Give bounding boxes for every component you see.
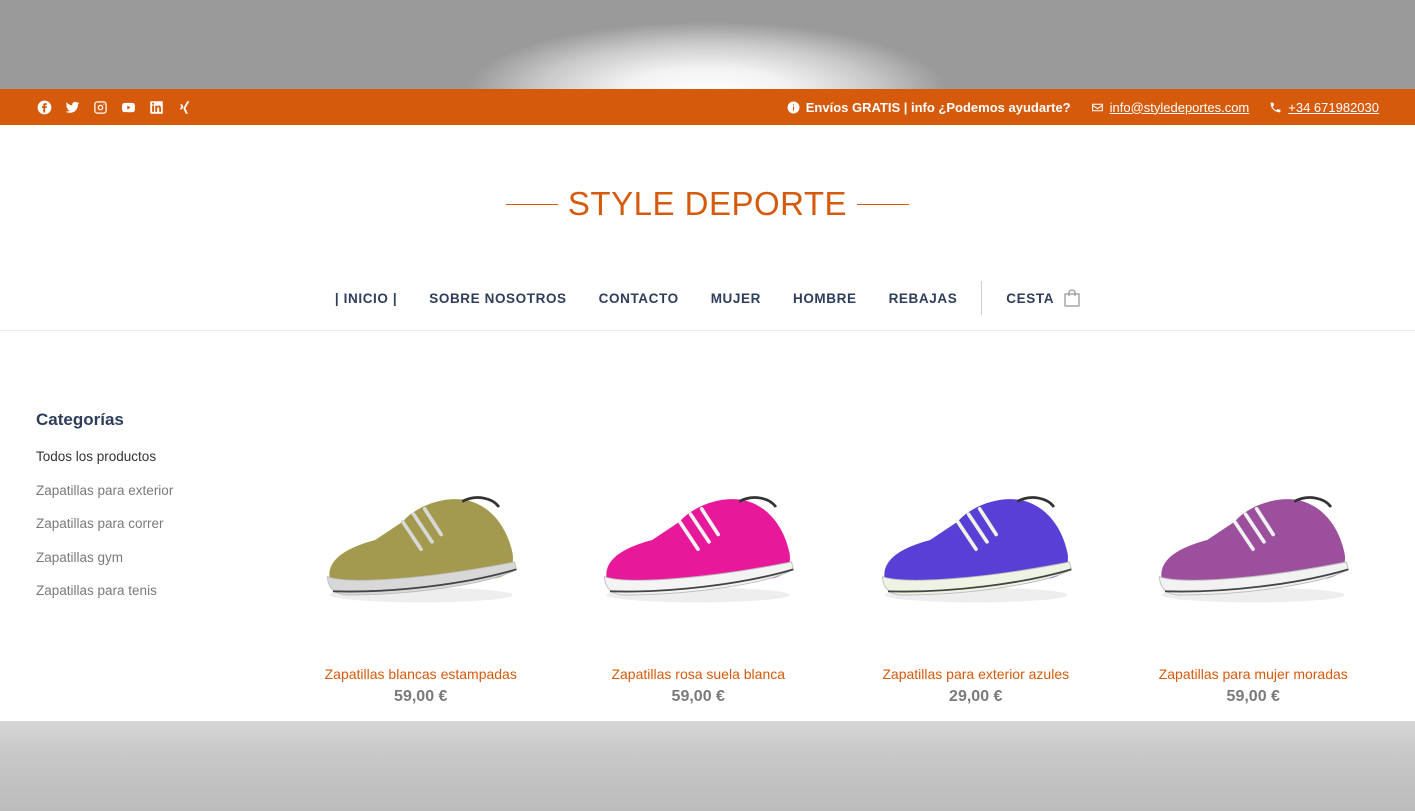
youtube-icon[interactable] [120, 99, 136, 115]
product-image[interactable] [296, 430, 546, 650]
product-price: 29,00 € [949, 688, 1003, 705]
shipping-info: Envíos GRATIS | info ¿Podemos ayudarte? [787, 100, 1071, 115]
facebook-icon[interactable] [36, 99, 52, 115]
product-grid: Zapatillas blancas estampadas 59,00 € Za… [282, 430, 1392, 706]
page-content: STYLE DEPORTE | INICIO | SOBRE NOSOTROS … [0, 125, 1415, 721]
category-item[interactable]: Todos los productos [36, 450, 173, 484]
nav-separator [981, 281, 983, 315]
product-image[interactable] [1128, 430, 1378, 650]
product-name[interactable]: Zapatillas para exterior azules [882, 666, 1069, 682]
phone-link[interactable]: +34 671982030 [1288, 100, 1379, 115]
product-name[interactable]: Zapatillas para mujer moradas [1159, 666, 1348, 682]
nav-item-sobre-nosotros[interactable]: SOBRE NOSOTROS [429, 291, 566, 306]
categories-title: Categorías [36, 410, 124, 429]
nav-item-hombre[interactable]: HOMBRE [793, 291, 857, 306]
product-name[interactable]: Zapatillas rosa suela blanca [611, 666, 785, 682]
product-price: 59,00 € [671, 688, 725, 705]
nav-item-rebajas[interactable]: REBAJAS [889, 291, 958, 306]
product-card[interactable]: Zapatillas blancas estampadas 59,00 € [282, 430, 560, 706]
contact-info: Envíos GRATIS | info ¿Podemos ayudarte? … [767, 100, 1379, 115]
cart-link[interactable]: CESTA [1006, 289, 1080, 307]
main-nav: | INICIO | SOBRE NOSOTROS CONTACTO MUJER… [0, 281, 1415, 315]
phone-group: +34 671982030 [1269, 100, 1379, 115]
phone-icon [1270, 102, 1281, 112]
product-price: 59,00 € [394, 688, 448, 705]
cart-label: CESTA [1006, 290, 1055, 306]
product-card[interactable]: Zapatillas para mujer moradas 59,00 € [1115, 430, 1393, 706]
product-image[interactable] [851, 430, 1101, 650]
logo-line-left [505, 203, 558, 205]
xing-icon[interactable] [176, 99, 192, 115]
instagram-icon[interactable] [92, 99, 108, 115]
categories-list: Todos los productos Zapatillas para exte… [36, 450, 173, 618]
product-price: 59,00 € [1226, 688, 1280, 705]
shipping-text: Envíos GRATIS | info ¿Podemos ayudarte? [805, 99, 1071, 115]
info-icon [787, 101, 800, 113]
site-logo[interactable]: STYLE DEPORTE [0, 185, 1415, 223]
nav-item-mujer[interactable]: MUJER [711, 291, 761, 306]
shopping-bag-icon [1064, 289, 1080, 307]
categories-sidebar: Categorías Todos los productos Zapatilla… [36, 410, 173, 618]
product-image[interactable] [573, 430, 823, 650]
header-divider [0, 330, 1415, 331]
product-card[interactable]: Zapatillas para exterior azules 29,00 € [837, 430, 1115, 706]
email-link[interactable]: info@styledeportes.com [1110, 100, 1250, 115]
category-item[interactable]: Zapatillas para tenis [36, 584, 173, 618]
category-item[interactable]: Zapatillas gym [36, 551, 173, 585]
category-item[interactable]: Zapatillas para correr [36, 517, 173, 551]
background-top [0, 0, 1415, 89]
background-bottom [0, 721, 1415, 811]
product-name[interactable]: Zapatillas blancas estampadas [325, 666, 517, 682]
category-item[interactable]: Zapatillas para exterior [36, 483, 173, 518]
mail-icon [1091, 103, 1103, 111]
nav-item-inicio[interactable]: | INICIO | [335, 291, 397, 306]
top-bar: Envíos GRATIS | info ¿Podemos ayudarte? … [0, 89, 1415, 125]
email-group: info@styledeportes.com [1091, 100, 1250, 115]
social-links [36, 99, 192, 115]
linkedin-icon[interactable] [148, 99, 164, 115]
nav-item-contacto[interactable]: CONTACTO [599, 291, 679, 306]
twitter-icon[interactable] [64, 99, 80, 115]
logo-text: STYLE DEPORTE [567, 185, 848, 222]
logo-line-right [857, 203, 910, 205]
product-card[interactable]: Zapatillas rosa suela blanca 59,00 € [560, 430, 838, 706]
